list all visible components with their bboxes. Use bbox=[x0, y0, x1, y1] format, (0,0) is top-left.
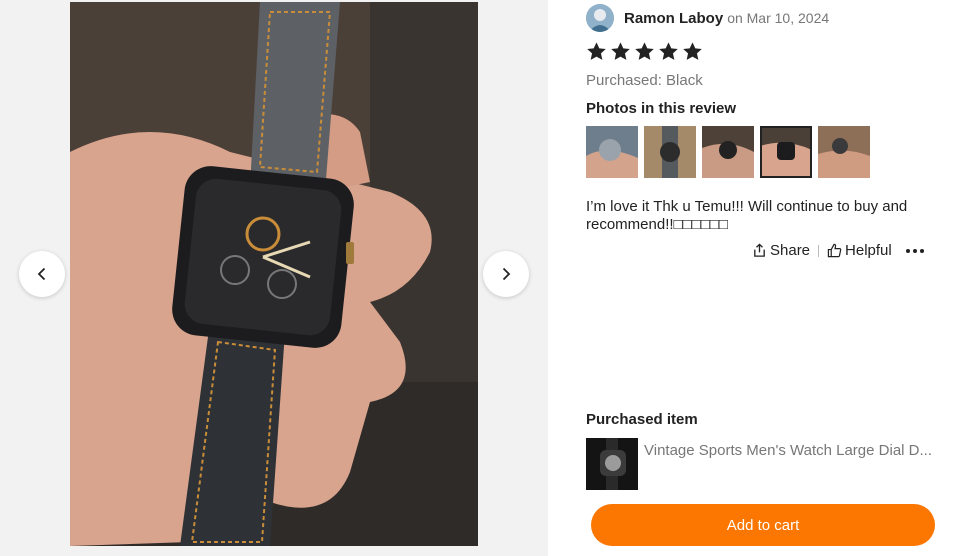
helpful-button[interactable]: Helpful bbox=[827, 242, 892, 259]
review-photo-viewer bbox=[0, 0, 548, 556]
watch-on-wrist-image bbox=[70, 2, 478, 546]
more-horizontal-icon bbox=[905, 248, 910, 253]
photo-thumbnail[interactable] bbox=[644, 126, 696, 178]
review-panel: Ramon Laboy on Mar 10, 2024 Purchased: B… bbox=[586, 0, 956, 556]
add-to-cart-button[interactable]: Add to cart bbox=[591, 504, 935, 546]
star-icon bbox=[635, 42, 654, 60]
star-rating bbox=[586, 41, 703, 62]
share-button[interactable]: Share bbox=[752, 242, 810, 259]
review-actions: Share Helpful bbox=[752, 242, 924, 259]
star-icon bbox=[587, 42, 606, 60]
share-label: Share bbox=[770, 242, 811, 259]
chevron-right-icon bbox=[502, 267, 511, 281]
reviewer-header: Ramon Laboy on Mar 10, 2024 bbox=[586, 4, 829, 32]
star-icon bbox=[683, 42, 702, 60]
purchased-item-row[interactable]: Vintage Sports Men's Watch Large Dial D.… bbox=[586, 438, 940, 490]
review-text: I’m love it Thk u Temu!!! Will continue … bbox=[586, 198, 908, 233]
share-icon bbox=[754, 243, 765, 257]
photo-thumbnail[interactable] bbox=[818, 126, 870, 178]
star-icon bbox=[659, 42, 678, 60]
purchased-item-image[interactable] bbox=[586, 438, 638, 490]
review-photo-thumbnails bbox=[586, 126, 870, 178]
purchased-variant: Purchased: Black bbox=[586, 72, 703, 89]
action-divider bbox=[818, 244, 820, 257]
photo-thumbnail[interactable] bbox=[702, 126, 754, 178]
previous-photo-button[interactable] bbox=[19, 251, 65, 297]
photo-thumbnail[interactable] bbox=[586, 126, 638, 178]
next-photo-button[interactable] bbox=[483, 251, 529, 297]
photo-thumbnail-selected[interactable] bbox=[760, 126, 812, 178]
purchased-item-title: Purchased item bbox=[586, 411, 698, 428]
main-review-photo bbox=[70, 2, 478, 546]
photos-section-title: Photos in this review bbox=[586, 100, 737, 117]
reviewer-name: Ramon Laboy bbox=[624, 9, 724, 27]
purchased-item-name[interactable]: Vintage Sports Men's Watch Large Dial D.… bbox=[644, 442, 940, 459]
review-date: on Mar 10, 2024 bbox=[727, 10, 830, 26]
more-options-button[interactable] bbox=[905, 248, 924, 253]
star-icon bbox=[611, 42, 630, 60]
thumbs-up-icon bbox=[827, 243, 842, 258]
avatar bbox=[586, 4, 614, 32]
helpful-label: Helpful bbox=[845, 242, 892, 259]
chevron-left-icon bbox=[37, 267, 46, 281]
